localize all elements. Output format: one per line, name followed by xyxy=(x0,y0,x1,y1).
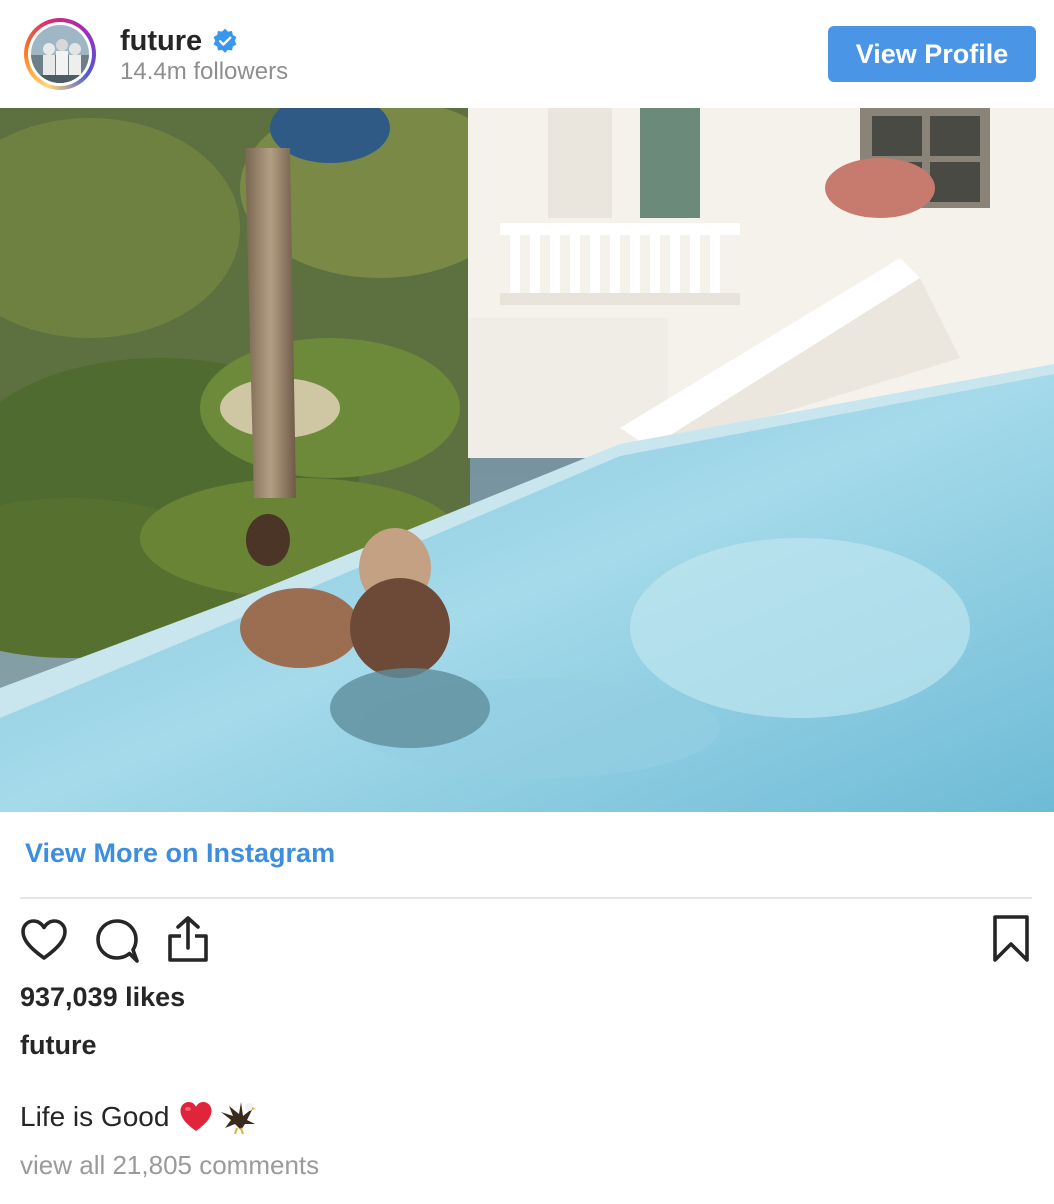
username[interactable]: future xyxy=(120,25,202,58)
instagram-embed: future 14.4m followers View Profile View… xyxy=(0,0,1054,1204)
caption: Life is Good xyxy=(20,1098,257,1136)
follower-count: 14.4m followers xyxy=(120,58,289,85)
avatar-image xyxy=(31,25,89,83)
post-image[interactable] xyxy=(0,108,1054,812)
divider xyxy=(20,897,1032,899)
caption-text: Life is Good xyxy=(20,1101,170,1132)
speech-bubble-icon[interactable] xyxy=(93,918,141,964)
post-header: future 14.4m followers View Profile xyxy=(0,0,1054,108)
verified-badge-icon xyxy=(213,28,237,53)
heart-outline-icon[interactable] xyxy=(20,918,68,962)
red-heart-emoji-icon xyxy=(180,1102,212,1131)
like-count[interactable]: 937,039 likes xyxy=(20,982,185,1013)
caption-author[interactable]: future xyxy=(20,1030,97,1061)
avatar[interactable] xyxy=(24,18,96,90)
view-more-on-instagram-link[interactable]: View More on Instagram xyxy=(25,838,335,869)
view-all-comments-link[interactable]: view all 21,805 comments xyxy=(20,1150,319,1181)
bookmark-icon[interactable] xyxy=(991,914,1031,964)
eagle-emoji-icon xyxy=(221,1102,257,1135)
share-upload-icon[interactable] xyxy=(166,914,210,964)
view-profile-button[interactable]: View Profile xyxy=(828,26,1036,82)
